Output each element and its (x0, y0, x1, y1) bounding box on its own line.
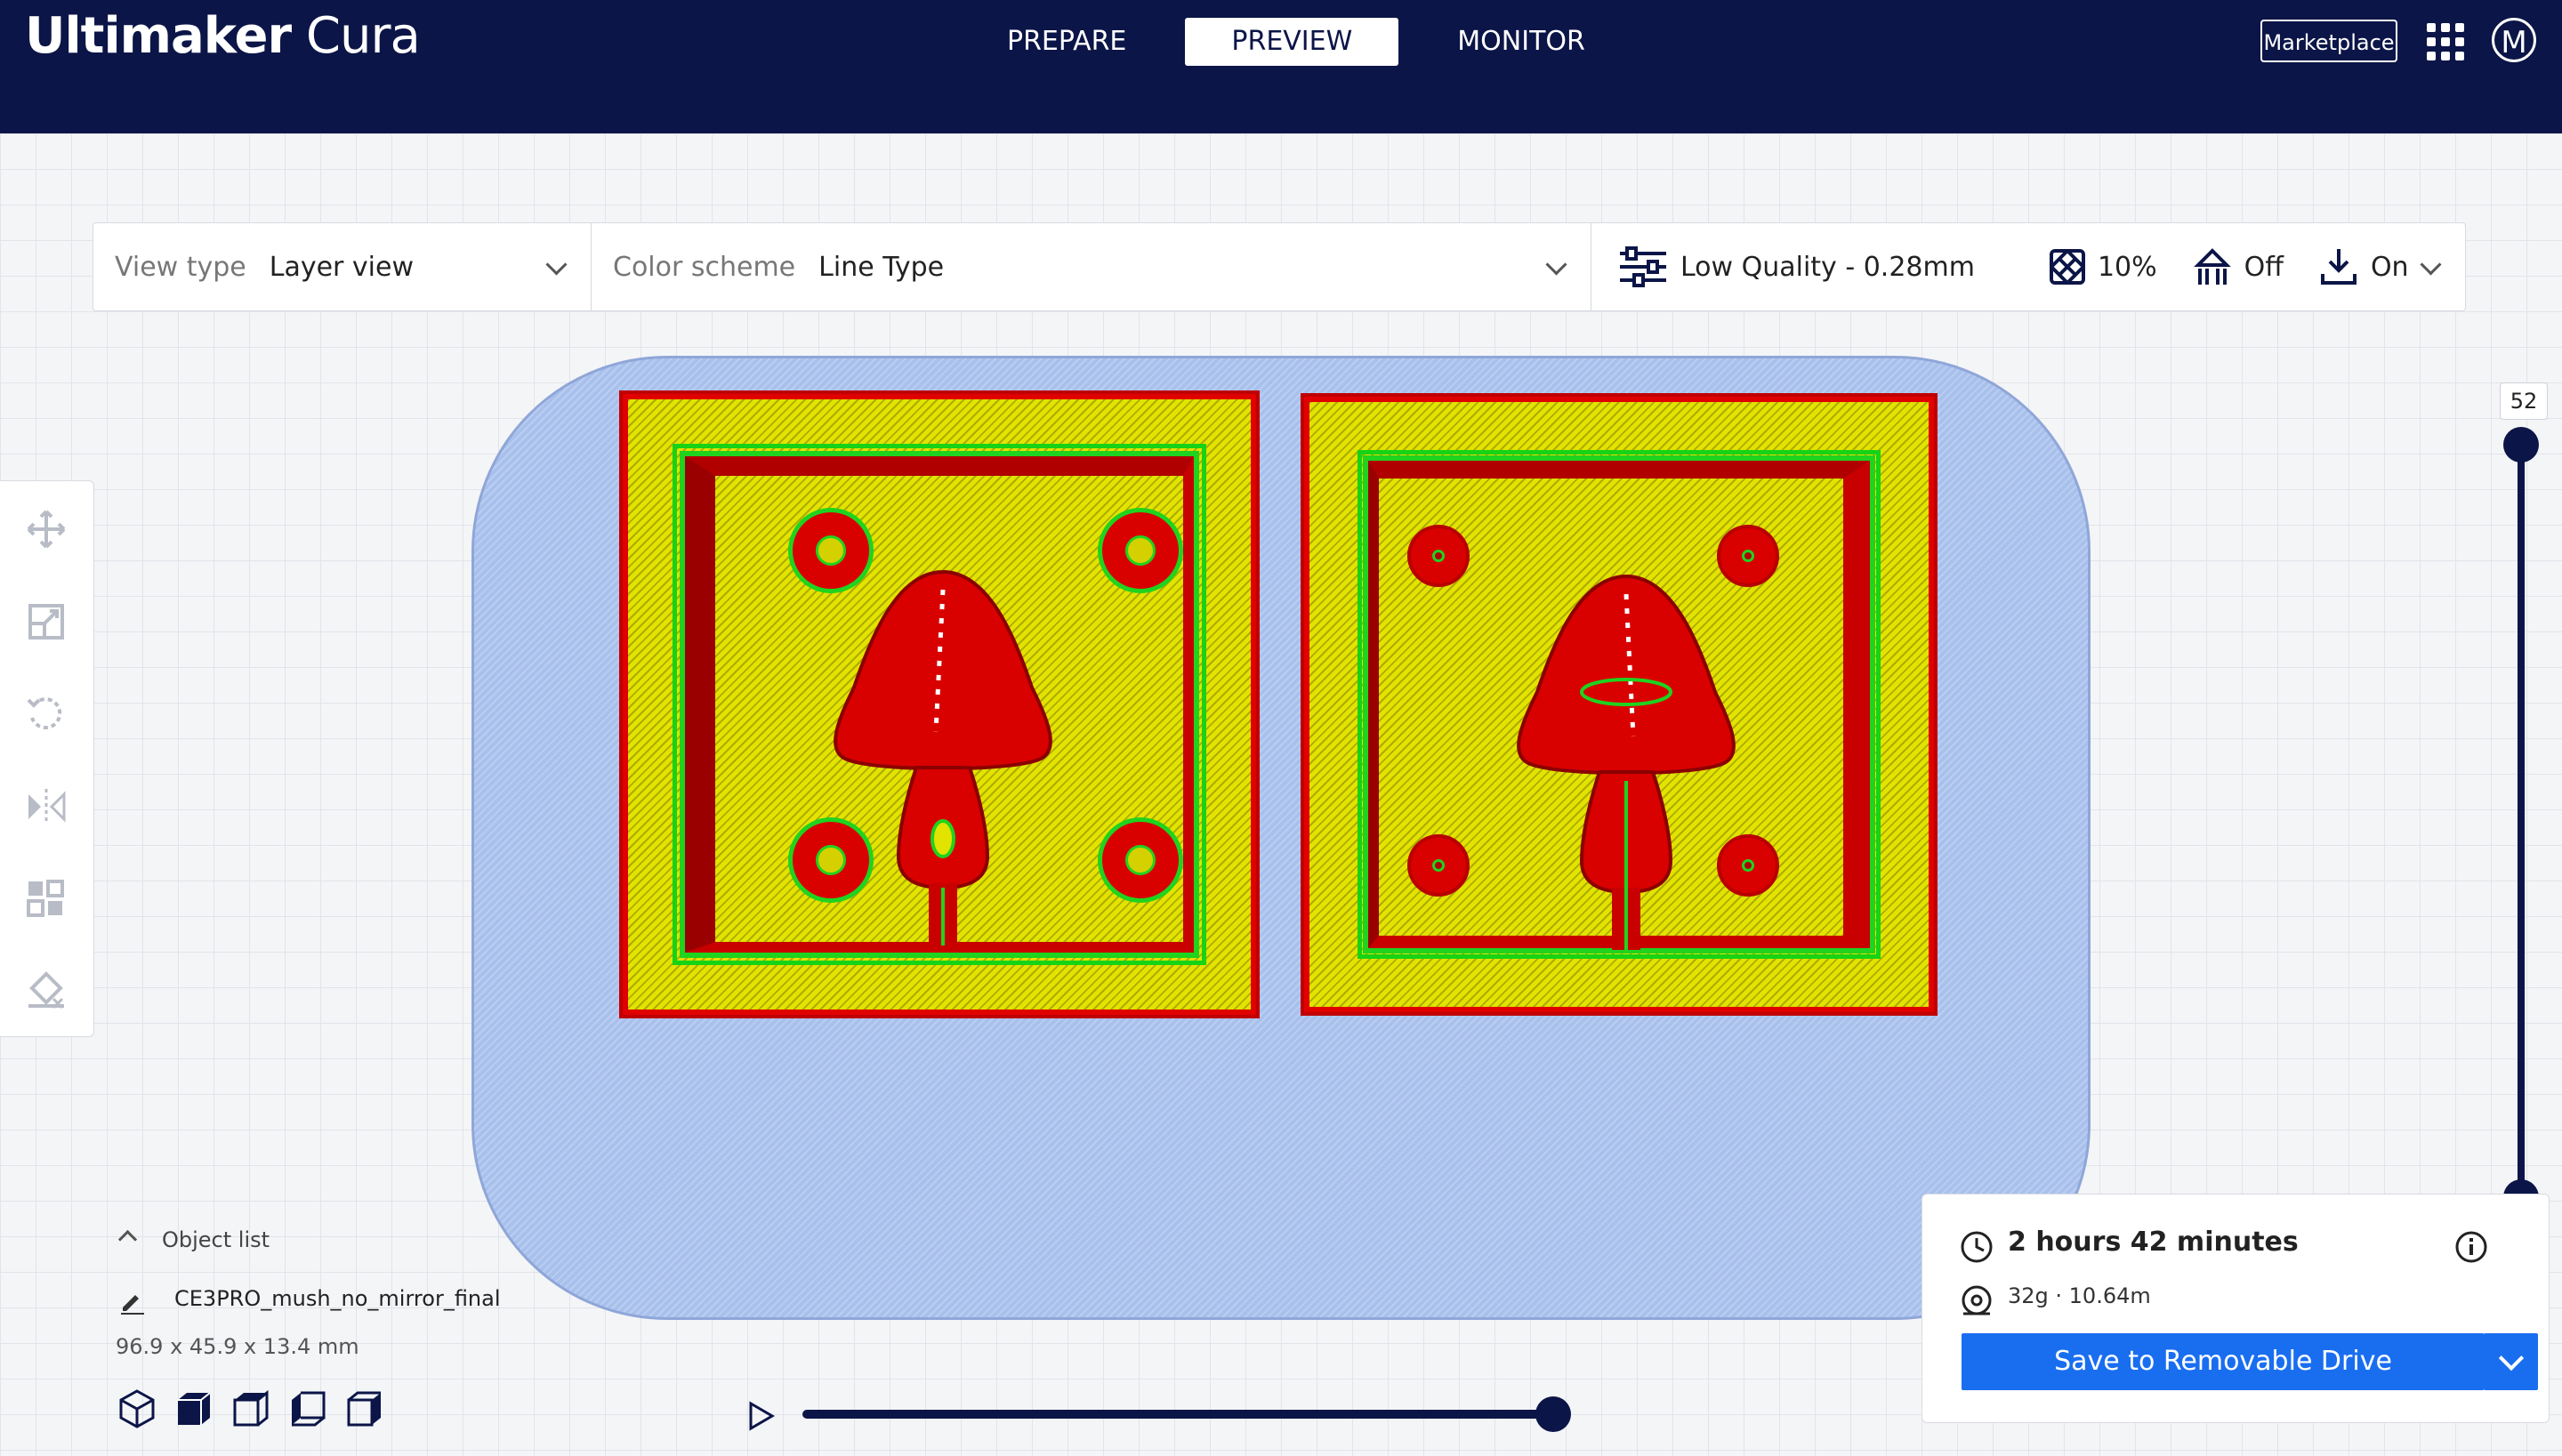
adhesion-icon (2320, 249, 2357, 285)
registration-pin (788, 817, 874, 903)
color-scheme-dropdown[interactable]: Color scheme Line Type (592, 223, 1591, 310)
rotate-icon[interactable] (25, 693, 68, 736)
registration-pin (788, 508, 874, 593)
scale-icon[interactable] (25, 600, 68, 643)
registration-pin (1407, 525, 1470, 587)
support-value: Off (2244, 251, 2284, 283)
layer-slider-track[interactable] (2518, 445, 2525, 1197)
registration-pin (1407, 834, 1470, 897)
color-scheme-value: Line Type (818, 251, 945, 283)
support-setting: Off (2193, 247, 2284, 286)
print-settings-dropdown[interactable]: Low Quality - 0.28mm 10% Off On (1591, 223, 2465, 310)
object-dimensions: 96.9 x 45.9 x 13.4 mm (116, 1334, 359, 1359)
object-name[interactable]: CE3PRO_mush_no_mirror_final (174, 1286, 501, 1311)
marketplace-button[interactable]: Marketplace (2260, 20, 2397, 62)
sliders-icon (1620, 246, 1666, 287)
clock-icon (1961, 1231, 1993, 1263)
mirror-icon[interactable] (25, 785, 68, 828)
top-header: Ultimaker Cura PREPARE PREVIEW MONITOR M… (0, 0, 2562, 133)
per-model-settings-icon[interactable] (25, 878, 68, 921)
play-icon[interactable] (745, 1400, 777, 1432)
move-icon[interactable] (25, 508, 68, 551)
simulation-slider-track[interactable] (802, 1410, 1551, 1419)
layer-slider-top-handle[interactable] (2503, 427, 2539, 463)
account-avatar[interactable]: M (2492, 18, 2536, 62)
simulation-slider-handle[interactable] (1535, 1396, 1571, 1432)
color-scheme-label: Color scheme (613, 251, 796, 283)
model-right[interactable] (1301, 393, 1938, 1016)
profile-label: Low Quality - 0.28mm (1680, 251, 1975, 283)
pencil-icon[interactable] (119, 1288, 146, 1315)
chevron-down-icon (545, 253, 568, 276)
left-view-icon[interactable] (286, 1388, 329, 1430)
stage-tabs: PREPARE PREVIEW MONITOR (961, 18, 1644, 66)
app-title-bold: Ultimaker (25, 7, 292, 65)
tab-monitor[interactable]: MONITOR (1411, 18, 1631, 66)
view-type-label: View type (115, 251, 246, 283)
apps-grid-icon[interactable] (2427, 23, 2464, 60)
adhesion-setting: On (2319, 247, 2409, 286)
tool-panel (0, 480, 94, 1037)
infill-icon (2049, 249, 2085, 285)
print-time: 2 hours 42 minutes (2008, 1227, 2299, 1258)
spool-icon (1962, 1285, 1992, 1315)
tab-preview[interactable]: PREVIEW (1185, 18, 1399, 66)
front-view-icon[interactable] (173, 1388, 215, 1430)
right-view-icon[interactable] (343, 1388, 386, 1430)
view-type-dropdown[interactable]: View type Layer view (93, 223, 592, 310)
view-type-value: Layer view (269, 251, 415, 283)
output-panel: 2 hours 42 minutes 32g · 10.64m Save to … (1922, 1194, 2550, 1423)
adhesion-value: On (2370, 251, 2409, 283)
support-blocker-icon[interactable] (25, 970, 68, 1013)
support-icon (2193, 248, 2231, 285)
save-options-dropdown[interactable] (2485, 1333, 2538, 1390)
top-view-icon[interactable] (230, 1388, 272, 1430)
app-logo: Ultimaker Cura (25, 7, 421, 65)
registration-pin (1098, 817, 1183, 903)
chevron-down-icon (2420, 253, 2442, 276)
profile-setting: Low Quality - 0.28mm (1618, 246, 1975, 287)
registration-pin (1717, 834, 1779, 897)
3d-view-icon[interactable] (116, 1388, 158, 1430)
mushroom-shape (1517, 574, 1736, 950)
chevron-up-icon[interactable] (117, 1229, 138, 1250)
registration-pin (1098, 508, 1183, 593)
object-list-header[interactable]: Object list (162, 1227, 270, 1252)
app-title-light: Cura (305, 7, 421, 65)
camera-view-buttons (116, 1388, 400, 1430)
save-to-removable-drive-button[interactable]: Save to Removable Drive (1962, 1333, 2485, 1390)
tab-prepare[interactable]: PREPARE (961, 18, 1172, 66)
info-icon[interactable] (2454, 1230, 2488, 1264)
registration-pin (1717, 525, 1779, 587)
layer-number-box[interactable]: 52 (2500, 382, 2548, 420)
infill-setting: 10% (2049, 249, 2157, 285)
model-left[interactable] (619, 390, 1260, 1018)
chevron-down-icon (1545, 253, 1567, 276)
view-toolbar: View type Layer view Color scheme Line T… (93, 222, 2466, 311)
infill-value: 10% (2097, 251, 2157, 283)
material-usage: 32g · 10.64m (2008, 1283, 2151, 1308)
object-list-panel: Object list CE3PRO_mush_no_mirror_final … (116, 1227, 501, 1359)
